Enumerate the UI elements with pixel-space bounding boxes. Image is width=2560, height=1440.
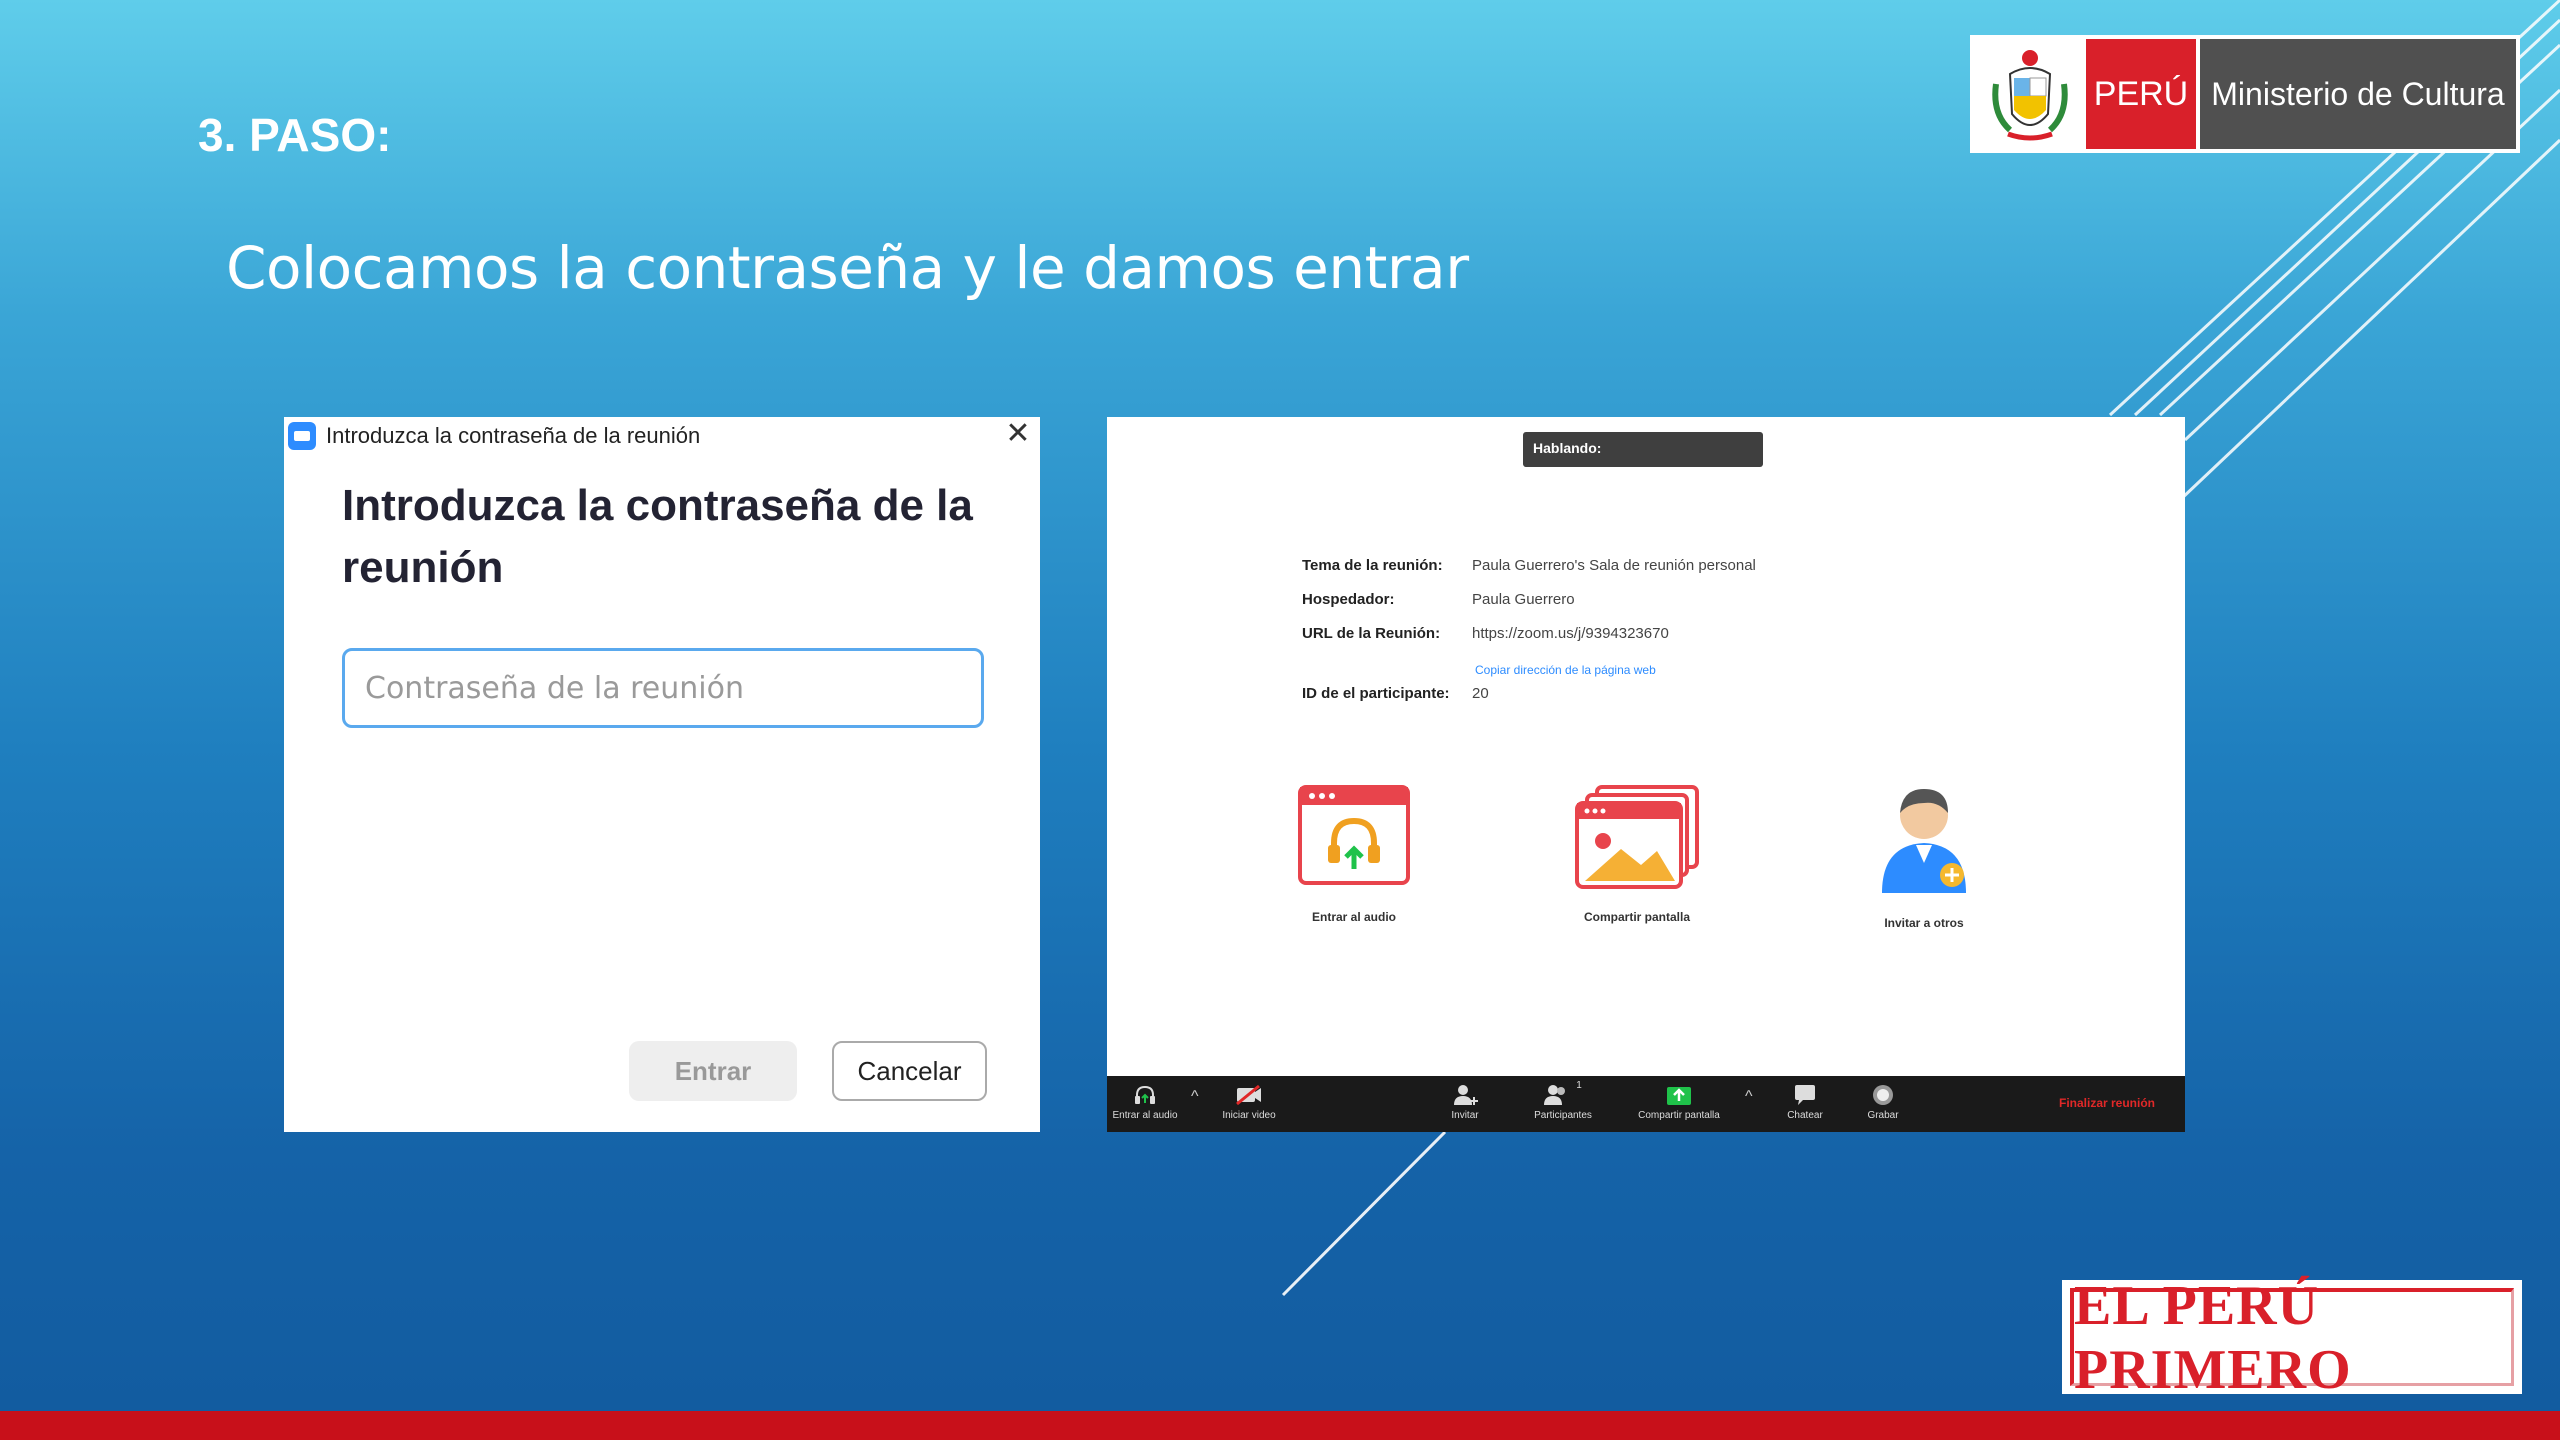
meeting-url-row: URL de la Reunión: https://zoom.us/j/939… <box>1302 625 1756 659</box>
invite-others-icon <box>1882 789 1966 893</box>
toolbar-label: Entrar al audio <box>1112 1110 1178 1121</box>
join-audio-action[interactable]: Entrar al audio <box>1264 785 1444 924</box>
toolbar-label: Chatear <box>1787 1110 1823 1121</box>
toolbar-share-screen[interactable]: Compartir pantalla <box>1619 1080 1739 1121</box>
share-screen-toolbar-icon <box>1619 1080 1739 1110</box>
meeting-toolbar: Entrar al audio ^ Iniciar video Invitar … <box>1107 1076 2185 1132</box>
peru-coat-of-arms-icon <box>1974 39 2086 149</box>
action-label: Entrar al audio <box>1311 910 1397 924</box>
info-value: 20 <box>1472 685 1489 702</box>
end-meeting-button[interactable]: Finalizar reunión <box>2059 1096 2155 1110</box>
record-icon <box>1845 1080 1921 1110</box>
info-value: Paula Guerrero's Sala de reunión persona… <box>1472 557 1756 574</box>
toolbar-start-video[interactable]: Iniciar video <box>1211 1080 1287 1121</box>
audio-options-caret-icon[interactable]: ^ <box>1191 1088 1199 1106</box>
meeting-host-row: Hospedador: Paula Guerrero <box>1302 591 1756 625</box>
meeting-info: Tema de la reunión: Paula Guerrero's Sal… <box>1302 557 1756 719</box>
info-label: URL de la Reunión: <box>1302 625 1441 642</box>
headphones-icon <box>1107 1080 1183 1110</box>
info-label: Hospedador: <box>1302 591 1395 608</box>
share-options-caret-icon[interactable]: ^ <box>1745 1088 1753 1106</box>
info-label: ID de el participante: <box>1302 685 1450 702</box>
toolbar-participants[interactable]: 1 Participantes <box>1515 1080 1611 1121</box>
join-audio-icon <box>1298 785 1410 885</box>
zoom-meeting-window: Hablando: Tema de la reunión: Paula Guer… <box>1107 417 2185 1132</box>
invite-icon <box>1427 1080 1503 1110</box>
toolbar-chat[interactable]: Chatear <box>1767 1080 1843 1121</box>
dialog-titlebar: Introduzca la contraseña de la reunión ✕ <box>284 417 1040 455</box>
zoom-app-icon <box>288 422 316 450</box>
copy-url-link[interactable]: Copiar dirección de la página web <box>1475 663 1656 677</box>
toolbar-record[interactable]: Grabar <box>1845 1080 1921 1121</box>
invite-others-action[interactable]: Invitar a otros <box>1834 785 2014 930</box>
action-label: Invitar a otros <box>1884 916 1964 930</box>
video-off-icon <box>1211 1080 1287 1110</box>
cancel-button[interactable]: Cancelar <box>832 1041 987 1101</box>
peru-label: PERÚ <box>2086 39 2196 149</box>
toolbar-label: Invitar <box>1451 1110 1479 1121</box>
toolbar-label: Grabar <box>1867 1110 1899 1121</box>
participant-id-row: ID de el participante: 20 <box>1302 685 1756 719</box>
dialog-window-title: Introduzca la contraseña de la reunión <box>326 423 701 448</box>
password-dialog: Introduzca la contraseña de la reunión ✕… <box>284 417 1040 1132</box>
el-peru-primero-logo: EL PERÚ PRIMERO <box>2062 1275 2522 1401</box>
share-screen-icon <box>1575 785 1699 889</box>
enter-button[interactable]: Entrar <box>629 1041 797 1101</box>
step-title: 3. PASO: <box>198 109 392 161</box>
dialog-heading: Introduzca la contraseña de la reunión <box>342 481 973 592</box>
info-value: Paula Guerrero <box>1472 591 1575 608</box>
participants-icon: 1 <box>1515 1080 1611 1110</box>
slide-subtitle: Colocamos la contraseña y le damos entra… <box>226 234 1469 302</box>
meeting-topic-row: Tema de la reunión: Paula Guerrero's Sal… <box>1302 557 1756 591</box>
share-screen-action[interactable]: Compartir pantalla <box>1547 785 1727 924</box>
ministry-logo: PERÚ Ministerio de Cultura <box>1970 35 2520 153</box>
toolbar-label: Iniciar video <box>1222 1110 1276 1121</box>
toolbar-join-audio[interactable]: Entrar al audio <box>1107 1080 1183 1121</box>
participants-count: 1 <box>1576 1080 1582 1091</box>
chat-icon <box>1767 1080 1843 1110</box>
toolbar-label: Compartir pantalla <box>1638 1110 1720 1121</box>
meeting-password-input[interactable] <box>342 648 984 728</box>
meeting-url[interactable]: https://zoom.us/j/9394323670 <box>1472 625 1669 642</box>
toolbar-invite[interactable]: Invitar <box>1427 1080 1503 1121</box>
bottom-red-bar <box>0 1411 2560 1440</box>
toolbar-label: Participantes <box>1534 1110 1592 1121</box>
action-label: Compartir pantalla <box>1583 910 1691 924</box>
close-icon[interactable]: ✕ <box>1002 419 1034 451</box>
brand-logo-text: EL PERÚ PRIMERO <box>2070 1275 2514 1401</box>
info-label: Tema de la reunión: <box>1302 557 1443 574</box>
speaking-indicator: Hablando: <box>1523 432 1763 467</box>
ministry-label: Ministerio de Cultura <box>2200 39 2516 149</box>
